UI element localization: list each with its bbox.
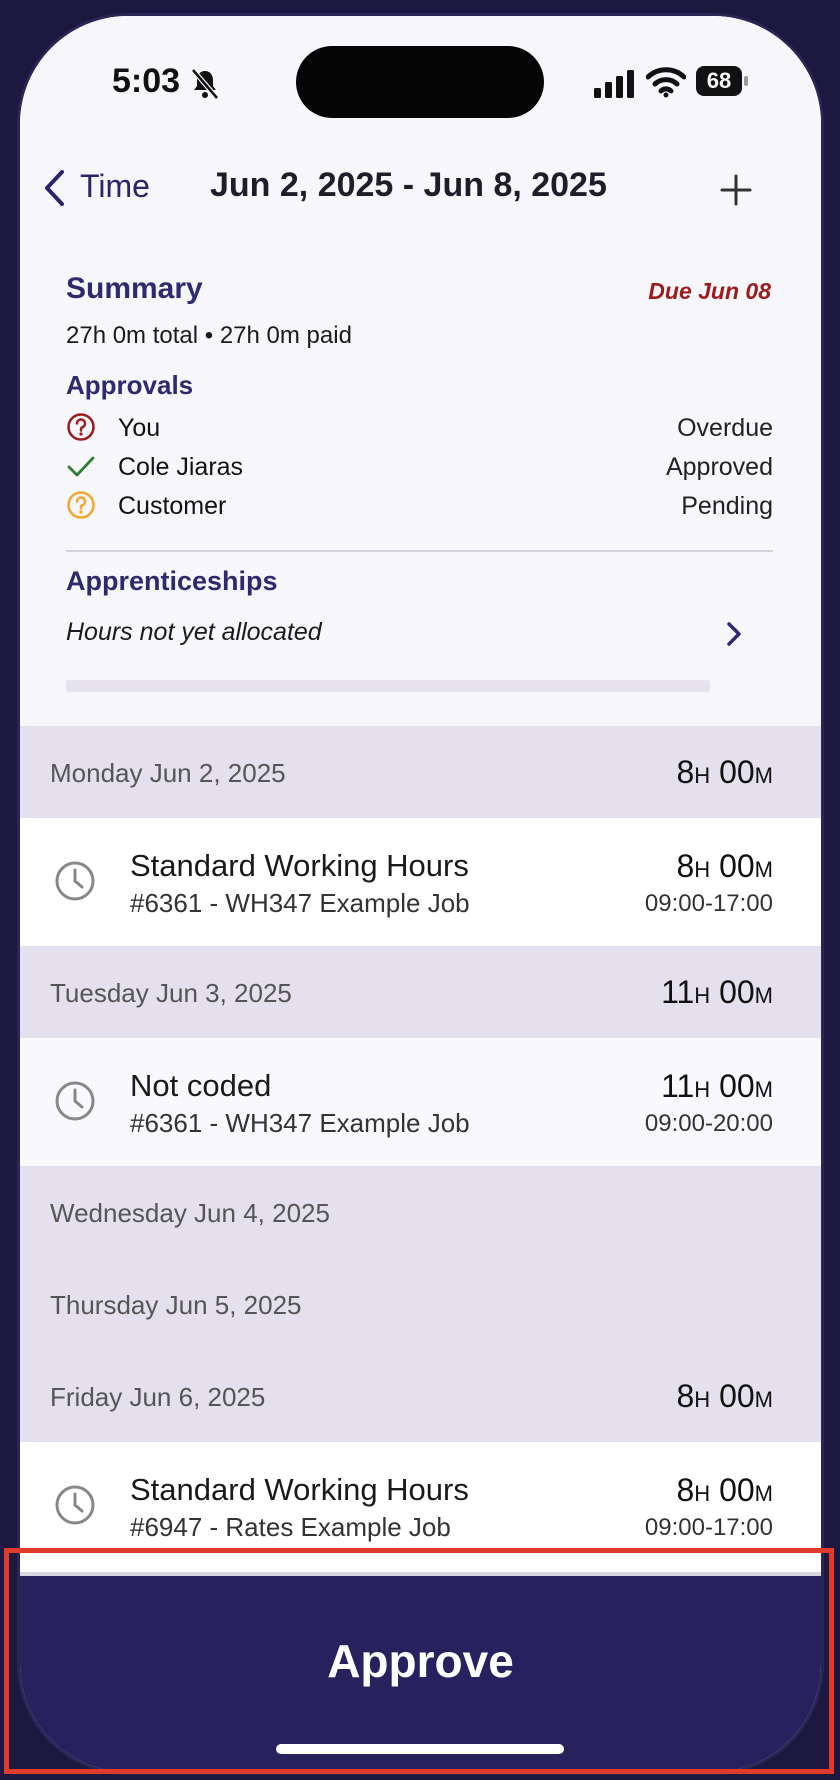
day-header: Friday Jun 6, 2025 8H 00M xyxy=(20,1350,821,1442)
entry-job: #6947 - Rates Example Job xyxy=(130,1512,451,1542)
status-time: 5:03 xyxy=(112,62,181,100)
day-header: Thursday Jun 5, 2025 xyxy=(20,1258,821,1350)
check-icon xyxy=(67,456,95,477)
summary-title: Summary xyxy=(66,272,203,305)
approvals-title: Approvals xyxy=(66,370,194,400)
day-total: 11H 00M xyxy=(661,974,773,1010)
summary-divider xyxy=(66,550,773,552)
time-entry[interactable]: Standard Working Hours #6361 - WH347 Exa… xyxy=(20,818,821,946)
day-label: Thursday Jun 5, 2025 xyxy=(50,1290,302,1320)
day-label: Monday Jun 2, 2025 xyxy=(50,758,286,788)
entry-duration: 11H 00M xyxy=(661,1068,773,1104)
entry-duration: 8H 00M xyxy=(676,1472,774,1508)
entry-time-range: 09:00-20:00 xyxy=(644,1110,773,1137)
summary-card: Summary Due Jun 08 27h 0m total • 27h 0m… xyxy=(20,236,821,726)
approval-status: Pending xyxy=(681,492,773,520)
wifi-icon xyxy=(646,67,686,98)
apprenticeship-progress-bar xyxy=(66,680,710,692)
due-date: Due Jun 08 xyxy=(648,278,771,304)
entry-title: Not coded xyxy=(130,1068,272,1103)
approval-row-cole-jiaras: Cole Jiaras Approved xyxy=(66,447,773,487)
page-title: Jun 2, 2025 - Jun 8, 2025 xyxy=(210,166,607,204)
battery-indicator: 68 xyxy=(696,66,748,96)
phone-screen: 5:03 68 Time Jun 2, 2025 - Jun 8, 2025 S… xyxy=(20,16,821,1772)
chevron-left-icon[interactable] xyxy=(42,168,68,208)
time-entry[interactable]: Standard Working Hours #6947 - Rates Exa… xyxy=(20,1442,821,1570)
day-label: Tuesday Jun 3, 2025 xyxy=(50,978,292,1008)
apprenticeships-title: Apprenticeships xyxy=(66,566,278,596)
question-circle-icon xyxy=(67,413,95,441)
summary-totals: 27h 0m total • 27h 0m paid xyxy=(66,322,352,349)
question-circle-icon xyxy=(67,491,95,519)
entry-duration: 8H 00M xyxy=(676,848,774,884)
time-entry-list: Monday Jun 2, 2025 8H 00M Standard Worki… xyxy=(20,726,821,1570)
dynamic-island xyxy=(296,46,544,118)
approver-name: You xyxy=(118,414,161,442)
clock-icon xyxy=(55,1485,95,1525)
entry-job: #6361 - WH347 Example Job xyxy=(130,888,470,918)
chevron-right-icon[interactable] xyxy=(725,620,743,648)
time-entry[interactable]: Not coded #6361 - WH347 Example Job 11H … xyxy=(20,1038,821,1166)
home-indicator[interactable] xyxy=(276,1744,564,1754)
apprenticeships-status: Hours not yet allocated xyxy=(66,618,322,646)
back-button[interactable]: Time xyxy=(80,168,150,205)
clock-icon xyxy=(55,861,95,901)
plus-icon[interactable] xyxy=(720,174,752,206)
entry-time-range: 09:00-17:00 xyxy=(644,1514,773,1541)
day-header: Tuesday Jun 3, 2025 11H 00M xyxy=(20,946,821,1038)
signal-icon xyxy=(594,70,634,98)
day-label: Wednesday Jun 4, 2025 xyxy=(50,1198,330,1228)
day-label: Friday Jun 6, 2025 xyxy=(50,1382,266,1412)
day-total: 8H 00M xyxy=(676,1378,774,1414)
entry-time-range: 09:00-17:00 xyxy=(644,890,773,917)
approval-row-customer: Customer Pending xyxy=(66,486,773,526)
approver-name: Cole Jiaras xyxy=(118,453,244,481)
day-header: Monday Jun 2, 2025 8H 00M xyxy=(20,726,821,818)
battery-tip xyxy=(744,76,748,86)
bell-slash-icon xyxy=(191,68,219,100)
entry-title: Standard Working Hours xyxy=(130,848,469,883)
entry-job: #6361 - WH347 Example Job xyxy=(130,1108,470,1138)
navigation-bar: Time Jun 2, 2025 - Jun 8, 2025 xyxy=(20,146,821,236)
approval-status: Approved xyxy=(665,453,773,481)
approval-status: Overdue xyxy=(677,414,773,442)
approve-button[interactable]: Approve xyxy=(20,1634,821,1688)
day-header: Wednesday Jun 4, 2025 xyxy=(20,1166,821,1258)
clock-icon xyxy=(55,1081,95,1121)
status-bar: 5:03 68 xyxy=(20,16,821,146)
battery-level: 68 xyxy=(696,66,742,96)
approver-name: Customer xyxy=(118,492,227,520)
day-total: 8H 00M xyxy=(676,754,774,790)
approval-row-you: You Overdue xyxy=(66,408,773,448)
approve-bar: Approve xyxy=(20,1572,821,1772)
apprenticeships-link[interactable]: Hours not yet allocated xyxy=(66,608,773,658)
entry-title: Standard Working Hours xyxy=(130,1472,469,1507)
